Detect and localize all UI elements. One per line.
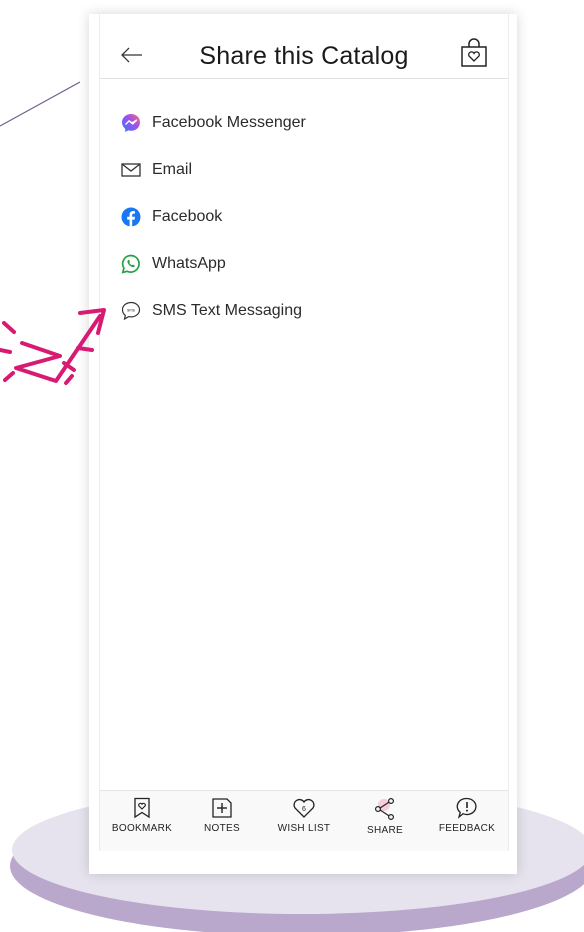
share-option-label: Email — [152, 161, 193, 178]
messenger-icon — [120, 112, 142, 134]
share-option-sms[interactable]: sms SMS Text Messaging — [120, 296, 302, 326]
facebook-icon — [120, 206, 142, 228]
tab-share[interactable]: SHARE — [345, 797, 425, 847]
sms-icon: sms — [120, 300, 142, 322]
wishlist-count: 6 — [302, 806, 306, 813]
heart-icon: 6 — [293, 798, 315, 818]
tab-label: BOOKMARK — [111, 823, 173, 834]
phone-frame: Share this Catalog Facebook Messenger Em… — [89, 14, 517, 874]
share-option-label: Facebook Messenger — [152, 114, 306, 131]
sms-icon-text: sms — [127, 307, 135, 312]
tab-label: WISH LIST — [277, 823, 331, 834]
tab-label: FEEDBACK — [438, 823, 496, 834]
share-option-label: WhatsApp — [152, 255, 226, 272]
share-option-label: SMS Text Messaging — [152, 302, 302, 319]
share-option-messenger[interactable]: Facebook Messenger — [120, 108, 306, 138]
share-icon — [374, 797, 395, 821]
feedback-icon — [456, 797, 477, 819]
share-option-label: Facebook — [152, 208, 223, 225]
whatsapp-icon — [120, 253, 142, 275]
shopping-bag-icon[interactable] — [460, 38, 488, 68]
tab-notes[interactable]: NOTES — [182, 797, 262, 847]
tab-label: NOTES — [204, 823, 240, 834]
share-option-facebook[interactable]: Facebook — [120, 202, 222, 232]
tab-label: SHARE — [367, 825, 403, 836]
tab-bookmark[interactable]: BOOKMARK — [102, 797, 182, 847]
app-screen: Share this Catalog Facebook Messenger Em… — [99, 14, 509, 851]
tab-wishlist[interactable]: 6 WISH LIST — [264, 797, 344, 847]
add-note-icon — [212, 798, 232, 818]
tab-feedback[interactable]: FEEDBACK — [427, 797, 507, 847]
bookmark-icon — [134, 797, 150, 819]
email-icon — [120, 159, 142, 181]
bottom-tab-bar: BOOKMARK NOTES 6 WISH LIST SHARE FEEDBAC… — [100, 790, 508, 851]
share-option-whatsapp[interactable]: WhatsApp — [120, 249, 226, 279]
share-option-email[interactable]: Email — [120, 155, 192, 185]
header: Share this Catalog — [100, 14, 508, 79]
page-title: Share this Catalog — [199, 42, 409, 70]
